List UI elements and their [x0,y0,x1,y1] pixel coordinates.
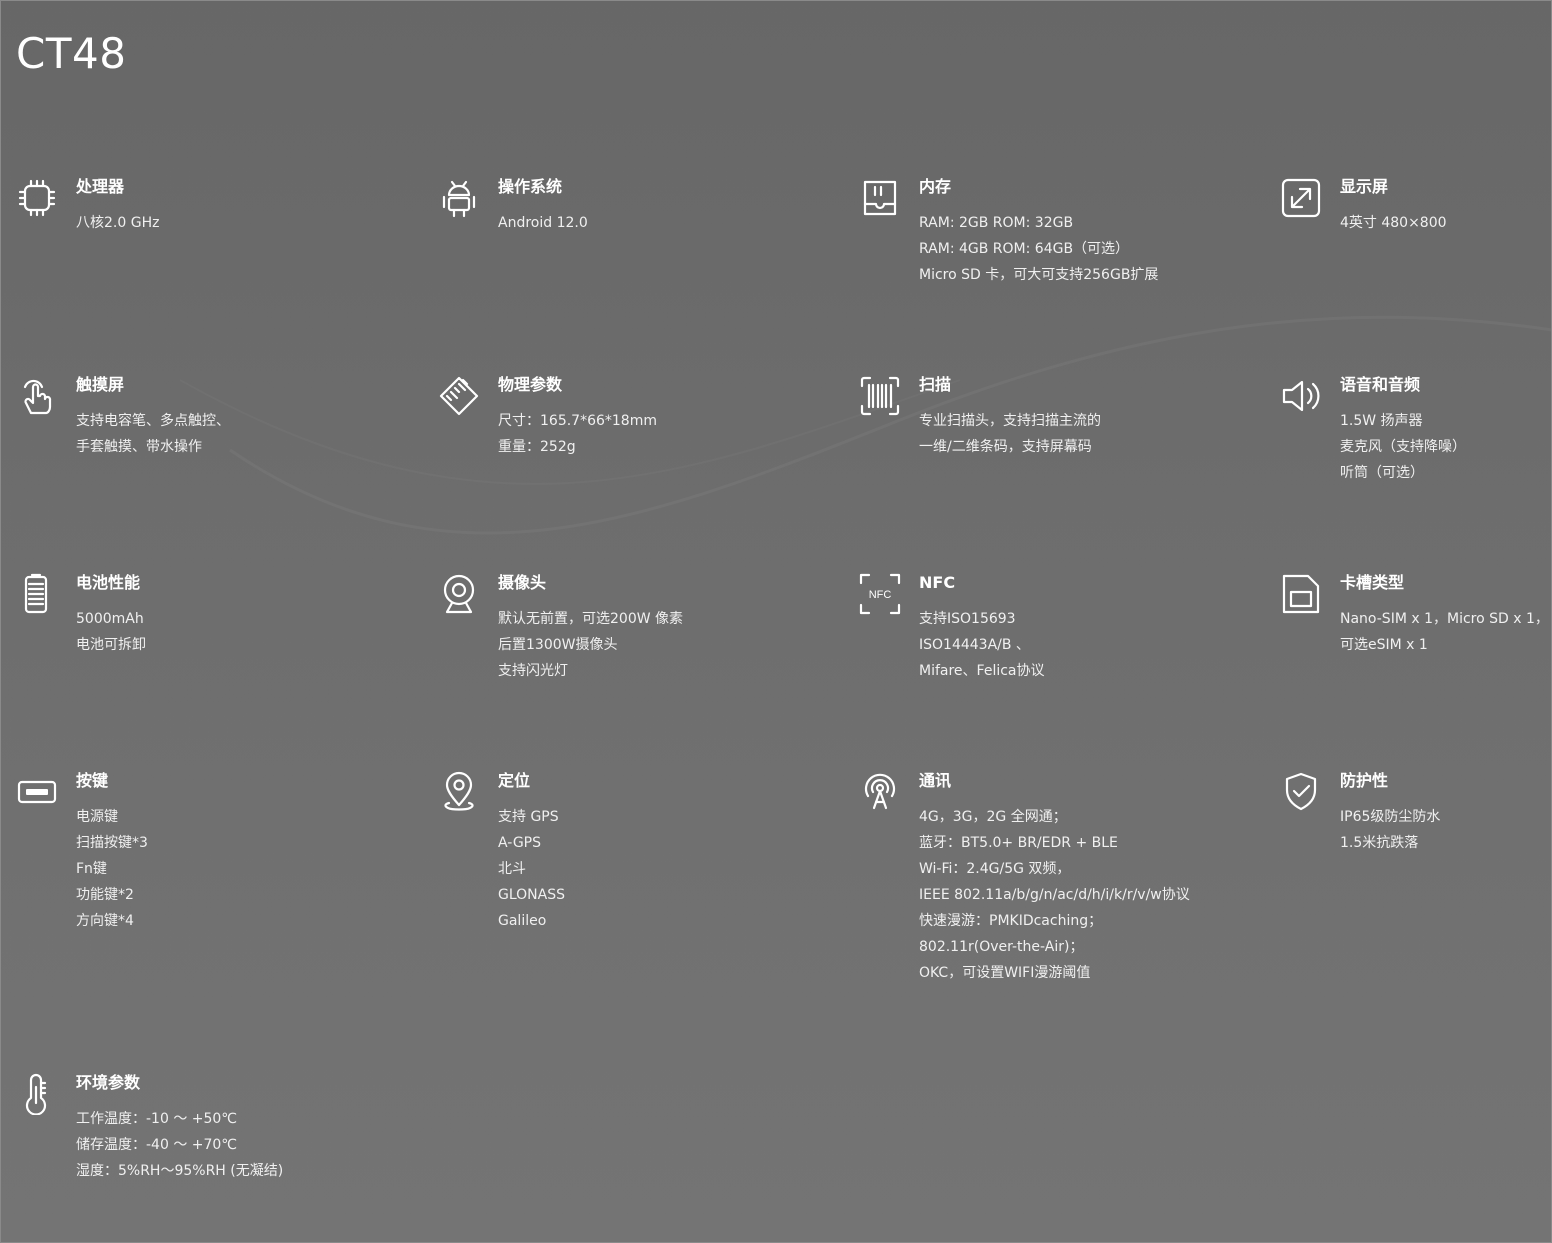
ruler-icon [438,375,480,417]
spec-value: 扫描按键*3 [76,835,148,851]
spec-value: 重量：252g [498,439,576,455]
memory-icon [859,177,901,219]
spec-value: 湿度：5%RH～95%RH (无凝结) [76,1163,284,1179]
location-pin-icon [438,771,480,813]
spec-value: Mifare、Felica协议 [919,663,1045,679]
spec-value: 支持ISO15693 [919,611,1016,627]
spec-value: ISO14443A/B 、 [919,637,1030,653]
spec-value: 电源键 [76,809,118,825]
cpu-icon [16,177,58,219]
spec-label: 操作系统 [498,177,563,196]
spec-value: 后置1300W摄像头 [498,637,618,653]
spec-value: 蓝牙：BT5.0+ BR/EDR + BLE [919,835,1118,851]
spec-value: 尺寸：165.7*66*18mm [498,413,657,429]
thermometer-icon [16,1073,58,1115]
spec-value: Micro SD 卡，可大可支持256GB扩展 [919,267,1159,283]
battery-icon [16,573,58,615]
spec-label: 扫描 [919,375,952,394]
spec-value: 1.5米抗跌落 [1340,835,1419,851]
android-icon [438,177,480,219]
spec-value: 一维/二维条码，支持屏幕码 [919,439,1092,455]
spec-value: IP65级防尘防水 [1340,809,1441,825]
spec-label: 环境参数 [76,1073,141,1092]
spec-label: 处理器 [76,177,125,196]
spec-value: 储存温度：-40 ～ +70℃ [76,1137,238,1153]
spec-value: GLONASS [498,887,565,903]
page-title: CT48 [16,29,127,78]
spec-value: 北斗 [498,861,526,877]
antenna-icon [859,771,901,813]
spec-value: 1.5W 扬声器 [1340,413,1423,429]
spec-value: 八核2.0 GHz [76,215,160,231]
spec-value: Nano-SIM x 1，Micro SD x 1， [1340,611,1549,627]
spec-label: 物理参数 [498,375,563,394]
expand-icon [1280,177,1322,219]
spec-value: RAM: 4GB ROM: 64GB（可选） [919,241,1130,257]
spec-value: 5000mAh [76,611,144,627]
spec-value: 4英寸 480×800 [1340,215,1447,231]
spec-label: 显示屏 [1340,177,1389,196]
nfc-badge-text: NFC [869,589,892,601]
spec-value: 听筒（可选） [1340,465,1424,481]
spec-value: 可选eSIM x 1 [1340,637,1428,653]
key-button-icon [16,771,58,813]
spec-label: 语音和音频 [1340,375,1421,394]
spec-value: A-GPS [498,835,542,851]
spec-value: 802.11r(Over-the-Air)； [919,939,1084,955]
spec-value: OKC，可设置WIFI漫游阈值 [919,965,1091,981]
spec-value: Wi-Fi：2.4G/5G 双频， [919,861,1071,877]
spec-value: Android 12.0 [498,215,588,231]
spec-label: 定位 [498,771,531,790]
spec-value: 工作温度：-10 ～ +50℃ [76,1111,238,1127]
spec-label: 防护性 [1340,771,1389,790]
spec-value: 默认无前置，可选200W 像素 [498,611,684,627]
spec-label: 内存 [919,177,952,196]
webcam-icon [438,573,480,615]
spec-label: 卡槽类型 [1340,573,1405,592]
spec-label: 通讯 [919,771,952,790]
nfc-icon: NFC [859,573,901,615]
spec-value: Fn键 [76,861,107,877]
spec-value: 麦克风（支持降噪） [1340,439,1466,455]
spec-value: 快速漫游：PMKIDcaching； [919,913,1103,929]
shield-check-icon [1280,771,1322,813]
spec-value: 方向键*4 [76,913,134,929]
spec-value: 电池可拆卸 [76,637,146,653]
spec-label: 摄像头 [498,573,547,592]
spec-value: 功能键*2 [76,887,134,903]
spec-value: 支持闪光灯 [498,663,568,679]
barcode-icon [859,375,901,417]
spec-label: 触摸屏 [76,375,125,394]
spec-value: 4G，3G，2G 全网通； [919,809,1067,825]
spec-label: 按键 [76,771,109,790]
spec-value: Galileo [498,913,547,929]
spec-value: 专业扫描头，支持扫描主流的 [919,413,1101,429]
spec-value: 手套触摸、带水操作 [76,439,202,455]
spec-value: 支持电容笔、多点触控、 [76,413,230,429]
spec-value: IEEE 802.11a/b/g/n/ac/d/h/i/k/r/v/w协议 [919,887,1190,903]
spec-value: 支持 GPS [498,809,559,825]
spec-label: NFC [919,573,956,592]
speaker-icon [1280,375,1322,417]
sim-card-icon [1280,573,1322,615]
spec-value: RAM: 2GB ROM: 32GB [919,215,1074,231]
spec-label: 电池性能 [76,573,141,592]
touch-icon [16,375,58,417]
